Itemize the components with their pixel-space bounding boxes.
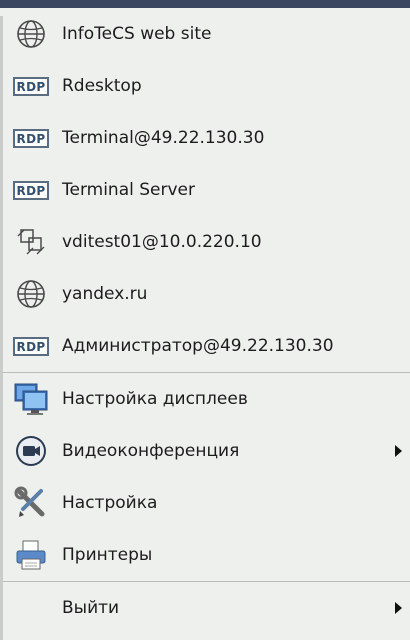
- menu-item-label: Rdesktop: [62, 76, 142, 96]
- menu-item-label: Настройка: [62, 493, 158, 513]
- rdp-badge: RDP: [12, 76, 50, 96]
- menu-item-terminal-49-22-130-30[interactable]: RDP Terminal@49.22.130.30: [0, 112, 410, 164]
- menu-item-label: vditest01@10.0.220.10: [62, 232, 262, 252]
- rdp-icon: RDP: [12, 121, 50, 155]
- globe-icon: [14, 17, 48, 51]
- menu-item-label: Видеоконференция: [62, 441, 240, 461]
- menu-item-label: yandex.ru: [62, 284, 148, 304]
- context-menu: InfoTeCS web site RDP Rdesktop RDP Termi…: [0, 0, 410, 640]
- menu-item-terminal-server[interactable]: RDP Terminal Server: [0, 164, 410, 216]
- submenu-arrow-icon: [395, 602, 402, 614]
- menu-item-label: Terminal@49.22.130.30: [62, 128, 265, 148]
- vdi-windows-icon: [14, 225, 48, 259]
- submenu-arrow-icon: [395, 445, 402, 457]
- tools-icon: [14, 486, 48, 520]
- rdp-icon: RDP: [12, 69, 50, 103]
- menu-item-administrator[interactable]: RDP Администратор@49.22.130.30: [0, 320, 410, 372]
- rdp-icon: RDP: [12, 173, 50, 207]
- video-camera-icon: [14, 434, 48, 468]
- menu-item-yandex-ru[interactable]: yandex.ru: [0, 268, 410, 320]
- menu-item-display-settings[interactable]: Настройка дисплеев: [0, 373, 410, 425]
- menu-item-label: Настройка дисплеев: [62, 389, 248, 409]
- logout-icon-placeholder: [14, 591, 48, 625]
- menu-item-printers[interactable]: Принтеры: [0, 529, 410, 581]
- rdp-icon: RDP: [12, 329, 50, 363]
- menu-item-vditest01[interactable]: vditest01@10.0.220.10: [0, 216, 410, 268]
- menu-item-label: Выйти: [62, 598, 120, 618]
- menu-item-infotecs-web-site[interactable]: InfoTeCS web site: [0, 8, 410, 60]
- menu-item-label: Принтеры: [62, 545, 153, 565]
- rdp-badge: RDP: [12, 128, 50, 148]
- menu-item-settings[interactable]: Настройка: [0, 477, 410, 529]
- menu-item-label: Terminal Server: [62, 180, 195, 200]
- menu-item-videoconference[interactable]: Видеоконференция: [0, 425, 410, 477]
- menu-item-logout[interactable]: Выйти: [0, 582, 410, 634]
- globe-icon: [14, 277, 48, 311]
- rdp-badge: RDP: [12, 336, 50, 356]
- printer-icon: [14, 538, 48, 572]
- menu-item-label: InfoTeCS web site: [62, 24, 212, 44]
- menu-item-label: Администратор@49.22.130.30: [62, 336, 334, 356]
- rdp-badge: RDP: [12, 180, 50, 200]
- menu-item-rdesktop[interactable]: RDP Rdesktop: [0, 60, 410, 112]
- monitors-icon: [14, 382, 48, 416]
